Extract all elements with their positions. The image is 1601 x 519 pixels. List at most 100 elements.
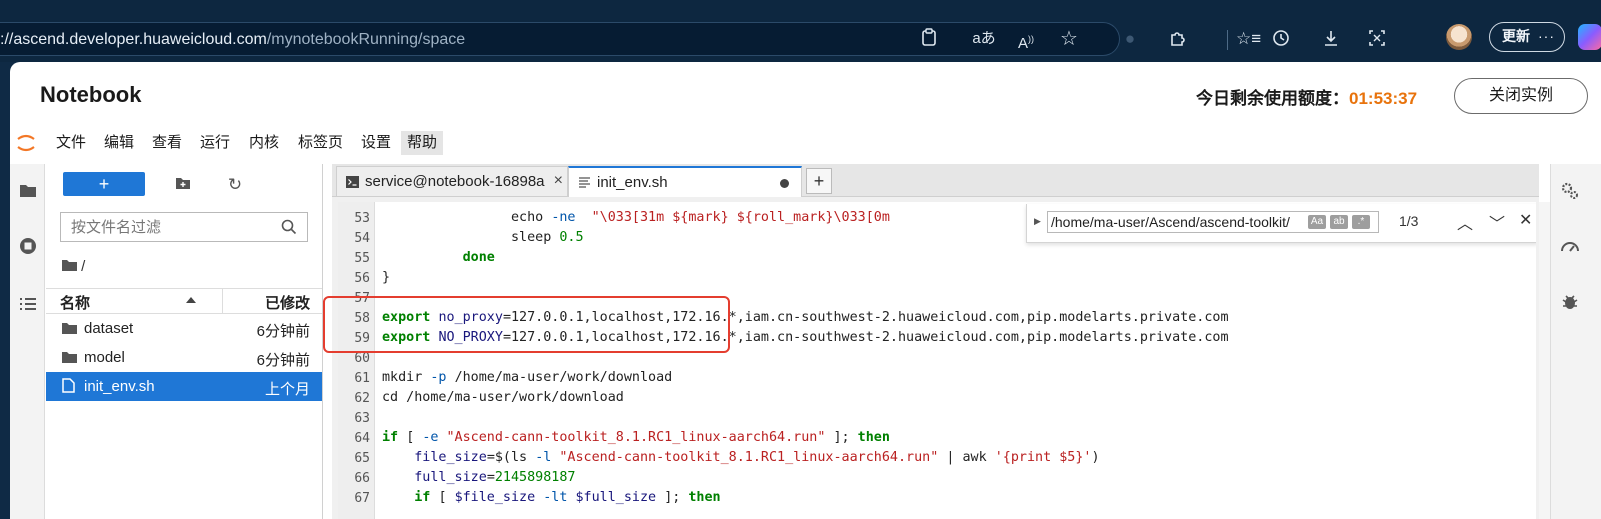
history-icon[interactable]	[1270, 28, 1292, 50]
tab-terminal[interactable]: service@notebook-16898a ×	[336, 166, 568, 196]
code-token: /home/ma-user/work/download	[454, 370, 673, 385]
update-button[interactable]: 更新 ···	[1489, 22, 1565, 52]
file-name: dataset	[84, 320, 134, 337]
menu-settings[interactable]: 设置	[355, 131, 397, 155]
close-icon[interactable]: ×	[554, 172, 563, 190]
running-kernels-icon[interactable]	[18, 236, 38, 256]
extensions-icon[interactable]	[1167, 28, 1189, 50]
code-token: -l	[535, 450, 552, 465]
code-line-65: file_size=$(ls -l "Ascend-cann-toolkit_8…	[382, 450, 1100, 465]
regex-icon[interactable]: .*	[1352, 215, 1370, 229]
copilot-icon[interactable]	[1578, 24, 1601, 50]
match-word-icon[interactable]: ab	[1330, 215, 1348, 229]
settings-gear-icon[interactable]	[1559, 180, 1581, 202]
line-number: 60	[354, 351, 370, 366]
folder-icon	[62, 323, 77, 334]
code-token: [	[438, 490, 447, 505]
new-launcher-button[interactable]: +	[63, 172, 145, 196]
url-path: /mynotebookRunning/space	[266, 31, 466, 48]
code-token: 2145898187	[494, 470, 576, 485]
downloads-icon[interactable]	[1320, 28, 1342, 50]
update-label: 更新	[1502, 28, 1530, 44]
sort-arrow-icon[interactable]	[186, 297, 196, 303]
code-token: "Ascend-cann-toolkit_8.1.RC1_linux-aarch…	[559, 450, 939, 465]
code-token: then	[857, 430, 890, 445]
code-editor[interactable]: 53 54 55 56 57 58 59 60 61 62 63 64 65 6…	[338, 202, 1536, 519]
file-filter-input[interactable]	[60, 212, 308, 242]
folder-icon[interactable]	[18, 180, 38, 200]
close-instance-button[interactable]: 关闭实例	[1454, 78, 1588, 114]
favorites-icon[interactable]: ☆≡	[1236, 28, 1261, 50]
search-icon	[281, 219, 297, 235]
text-file-icon	[579, 177, 590, 188]
expand-replace-icon[interactable]: ▶	[1034, 216, 1041, 227]
code-token: file_size	[414, 450, 487, 465]
favorite-star-icon[interactable]: ☆	[1058, 28, 1080, 50]
address-bar[interactable]: ://ascend.developer.huaweicloud.com/myno…	[0, 22, 1120, 56]
left-activity-bar	[10, 164, 45, 519]
code-line-56: }	[382, 270, 390, 285]
close-find-icon[interactable]: ✕	[1519, 210, 1532, 230]
code-token: ];	[833, 430, 850, 445]
code-token: full_size	[414, 470, 487, 485]
breadcrumb-root[interactable]: /	[81, 258, 85, 275]
menu-file[interactable]: 文件	[50, 131, 92, 155]
new-tab-button[interactable]: +	[806, 168, 832, 194]
browser-toolbar: ://ascend.developer.huaweicloud.com/myno…	[0, 0, 1601, 62]
file-row-init-env[interactable]: init_env.sh 上个月	[46, 372, 322, 401]
code-line-62: cd /home/ma-user/work/download	[382, 390, 624, 405]
gauge-icon[interactable]	[1559, 236, 1581, 258]
code-token: '{print $5}'	[994, 450, 1092, 465]
folder-icon	[62, 260, 77, 271]
jupyter-logo-icon	[17, 134, 35, 152]
menu-kernel[interactable]: 内核	[243, 131, 285, 155]
file-row-dataset[interactable]: dataset 6分钟前	[46, 314, 322, 343]
tab-init-env[interactable]: init_env.sh	[568, 166, 802, 197]
tab-bar: service@notebook-16898a × init_env.sh +	[332, 164, 1539, 197]
column-modified[interactable]: 已修改	[265, 292, 310, 313]
code-token: cd /home/ma-user/work/download	[382, 390, 624, 405]
tracking-icon: ●	[1124, 29, 1136, 48]
file-browser: + ↻ / 名称 已修改 dataset 6分钟前 model 6分钟前	[46, 164, 323, 519]
read-aloud-icon[interactable]: A))	[1015, 28, 1037, 52]
screenshot-icon[interactable]	[1366, 28, 1388, 50]
profile-avatar[interactable]	[1446, 24, 1472, 50]
next-match-icon[interactable]: ﹀	[1489, 210, 1505, 234]
debugger-bug-icon[interactable]	[1560, 292, 1580, 312]
tab-label: init_env.sh	[597, 174, 668, 191]
menu-edit[interactable]: 编辑	[98, 131, 140, 155]
menu-view[interactable]: 查看	[146, 131, 188, 155]
menu-help[interactable]: 帮助	[401, 131, 444, 155]
code-token: done	[462, 250, 495, 265]
file-row-model[interactable]: model 6分钟前	[46, 343, 322, 372]
reading-list-icon[interactable]	[918, 28, 940, 50]
menu-run[interactable]: 运行	[194, 131, 236, 155]
code-token: }	[382, 270, 391, 285]
breadcrumb[interactable]: /	[62, 258, 85, 275]
translate-icon[interactable]: aあ	[970, 28, 998, 50]
code-line-61: mkdir -p /home/ma-user/work/download	[382, 370, 672, 385]
previous-match-icon[interactable]: ︿	[1457, 210, 1473, 234]
line-number: 66	[354, 471, 370, 486]
find-input[interactable]: /home/ma-user/Ascend/ascend-toolkit/ Aa …	[1047, 211, 1379, 233]
match-case-icon[interactable]: Aa	[1308, 215, 1326, 229]
table-of-contents-icon[interactable]	[18, 294, 38, 314]
more-icon: ···	[1538, 28, 1555, 44]
editor-scrollbar[interactable]	[1539, 202, 1550, 519]
file-filter-field[interactable]	[69, 218, 273, 237]
column-name[interactable]: 名称	[60, 292, 90, 313]
find-widget: ▶ /home/ma-user/Ascend/ascend-toolkit/ A…	[1026, 204, 1536, 243]
file-name: init_env.sh	[84, 378, 155, 395]
toolbar-separator	[1227, 30, 1228, 50]
code-line-66: full_size=2145898187	[382, 470, 576, 485]
code-token: )	[1091, 450, 1100, 465]
new-folder-icon[interactable]	[174, 176, 192, 194]
line-number: 56	[354, 271, 370, 286]
menu-tabs[interactable]: 标签页	[292, 131, 349, 155]
code-token: mkdir	[382, 370, 423, 385]
code-token: ];	[664, 490, 681, 505]
quota-time: 01:53:37	[1349, 89, 1418, 108]
unsaved-dot-icon[interactable]	[780, 179, 789, 188]
file-icon	[62, 378, 75, 393]
refresh-icon[interactable]: ↻	[226, 176, 244, 194]
